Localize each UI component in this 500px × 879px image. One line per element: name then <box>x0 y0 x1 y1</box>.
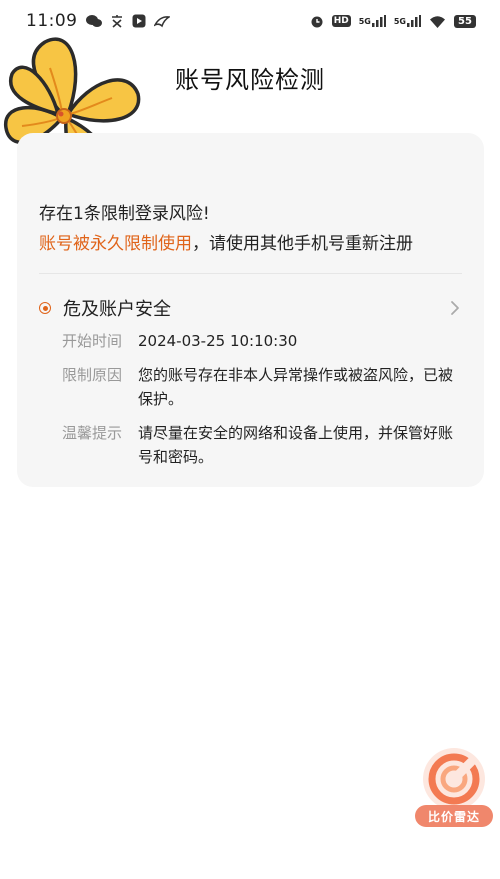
risk-card: 存在1条限制登录风险! 账号被永久限制使用，请使用其他手机号重新注册 危及账户安… <box>17 133 484 487</box>
battery-icon: 55 <box>454 14 476 28</box>
risk-dot-icon <box>39 302 51 314</box>
detail-row-tip: 温馨提示 请尽量在安全的网络和设备上使用，并保管好账号和密码。 <box>62 421 462 469</box>
warning-text: 账号被永久限制使用 <box>39 234 192 254</box>
divider <box>39 273 462 274</box>
risk-title: 危及账户安全 <box>63 299 171 320</box>
signal-5g-icon: 5G <box>394 15 421 27</box>
watermark-label: 比价雷达 <box>415 805 493 827</box>
detail-value: 您的账号存在非本人异常操作或被盗风险，已被保护。 <box>138 366 454 408</box>
net-label: 5G <box>358 16 371 26</box>
detail-value: 2024-03-25 10:10:30 <box>138 332 298 350</box>
detail-row-start-time: 开始时间 2024-03-25 10:10:30 <box>62 329 462 353</box>
text-icon <box>110 14 124 28</box>
status-time: 11:09 <box>26 11 78 31</box>
watermark-logo-icon <box>423 748 485 810</box>
risk-summary: 存在1条限制登录风险! <box>39 204 210 224</box>
wechat-icon <box>85 14 102 28</box>
hd-icon: HD <box>331 15 351 27</box>
status-left: 11:09 <box>26 11 170 31</box>
watermark: 比价雷达 <box>415 748 493 832</box>
detail-label: 限制原因 <box>62 366 123 384</box>
risk-item[interactable]: 危及账户安全 <box>39 294 462 322</box>
chevron-right-icon <box>451 301 459 315</box>
status-bar: 11:09 HD 5G 5G 55 <box>0 0 500 42</box>
detail-label: 开始时间 <box>62 332 123 350</box>
risk-warning-line: 账号被永久限制使用，请使用其他手机号重新注册 <box>39 229 413 254</box>
bird-icon <box>153 14 170 28</box>
alarm-icon <box>310 14 324 28</box>
net-label: 5G <box>393 16 406 26</box>
warning-suffix: ，请使用其他手机号重新注册 <box>192 234 413 254</box>
detail-label: 温馨提示 <box>62 424 123 442</box>
detail-value: 请尽量在安全的网络和设备上使用，并保管好账号和密码。 <box>138 424 454 466</box>
signal-5g-icon: 5G <box>359 15 386 27</box>
wifi-icon <box>429 15 446 28</box>
play-icon <box>132 14 146 28</box>
detail-row-reason: 限制原因 您的账号存在非本人异常操作或被盗风险，已被保护。 <box>62 363 462 411</box>
status-right: HD 5G 5G 55 <box>310 14 476 28</box>
header: 账号风险检测 <box>0 50 500 105</box>
page-title: 账号风险检测 <box>175 66 325 94</box>
